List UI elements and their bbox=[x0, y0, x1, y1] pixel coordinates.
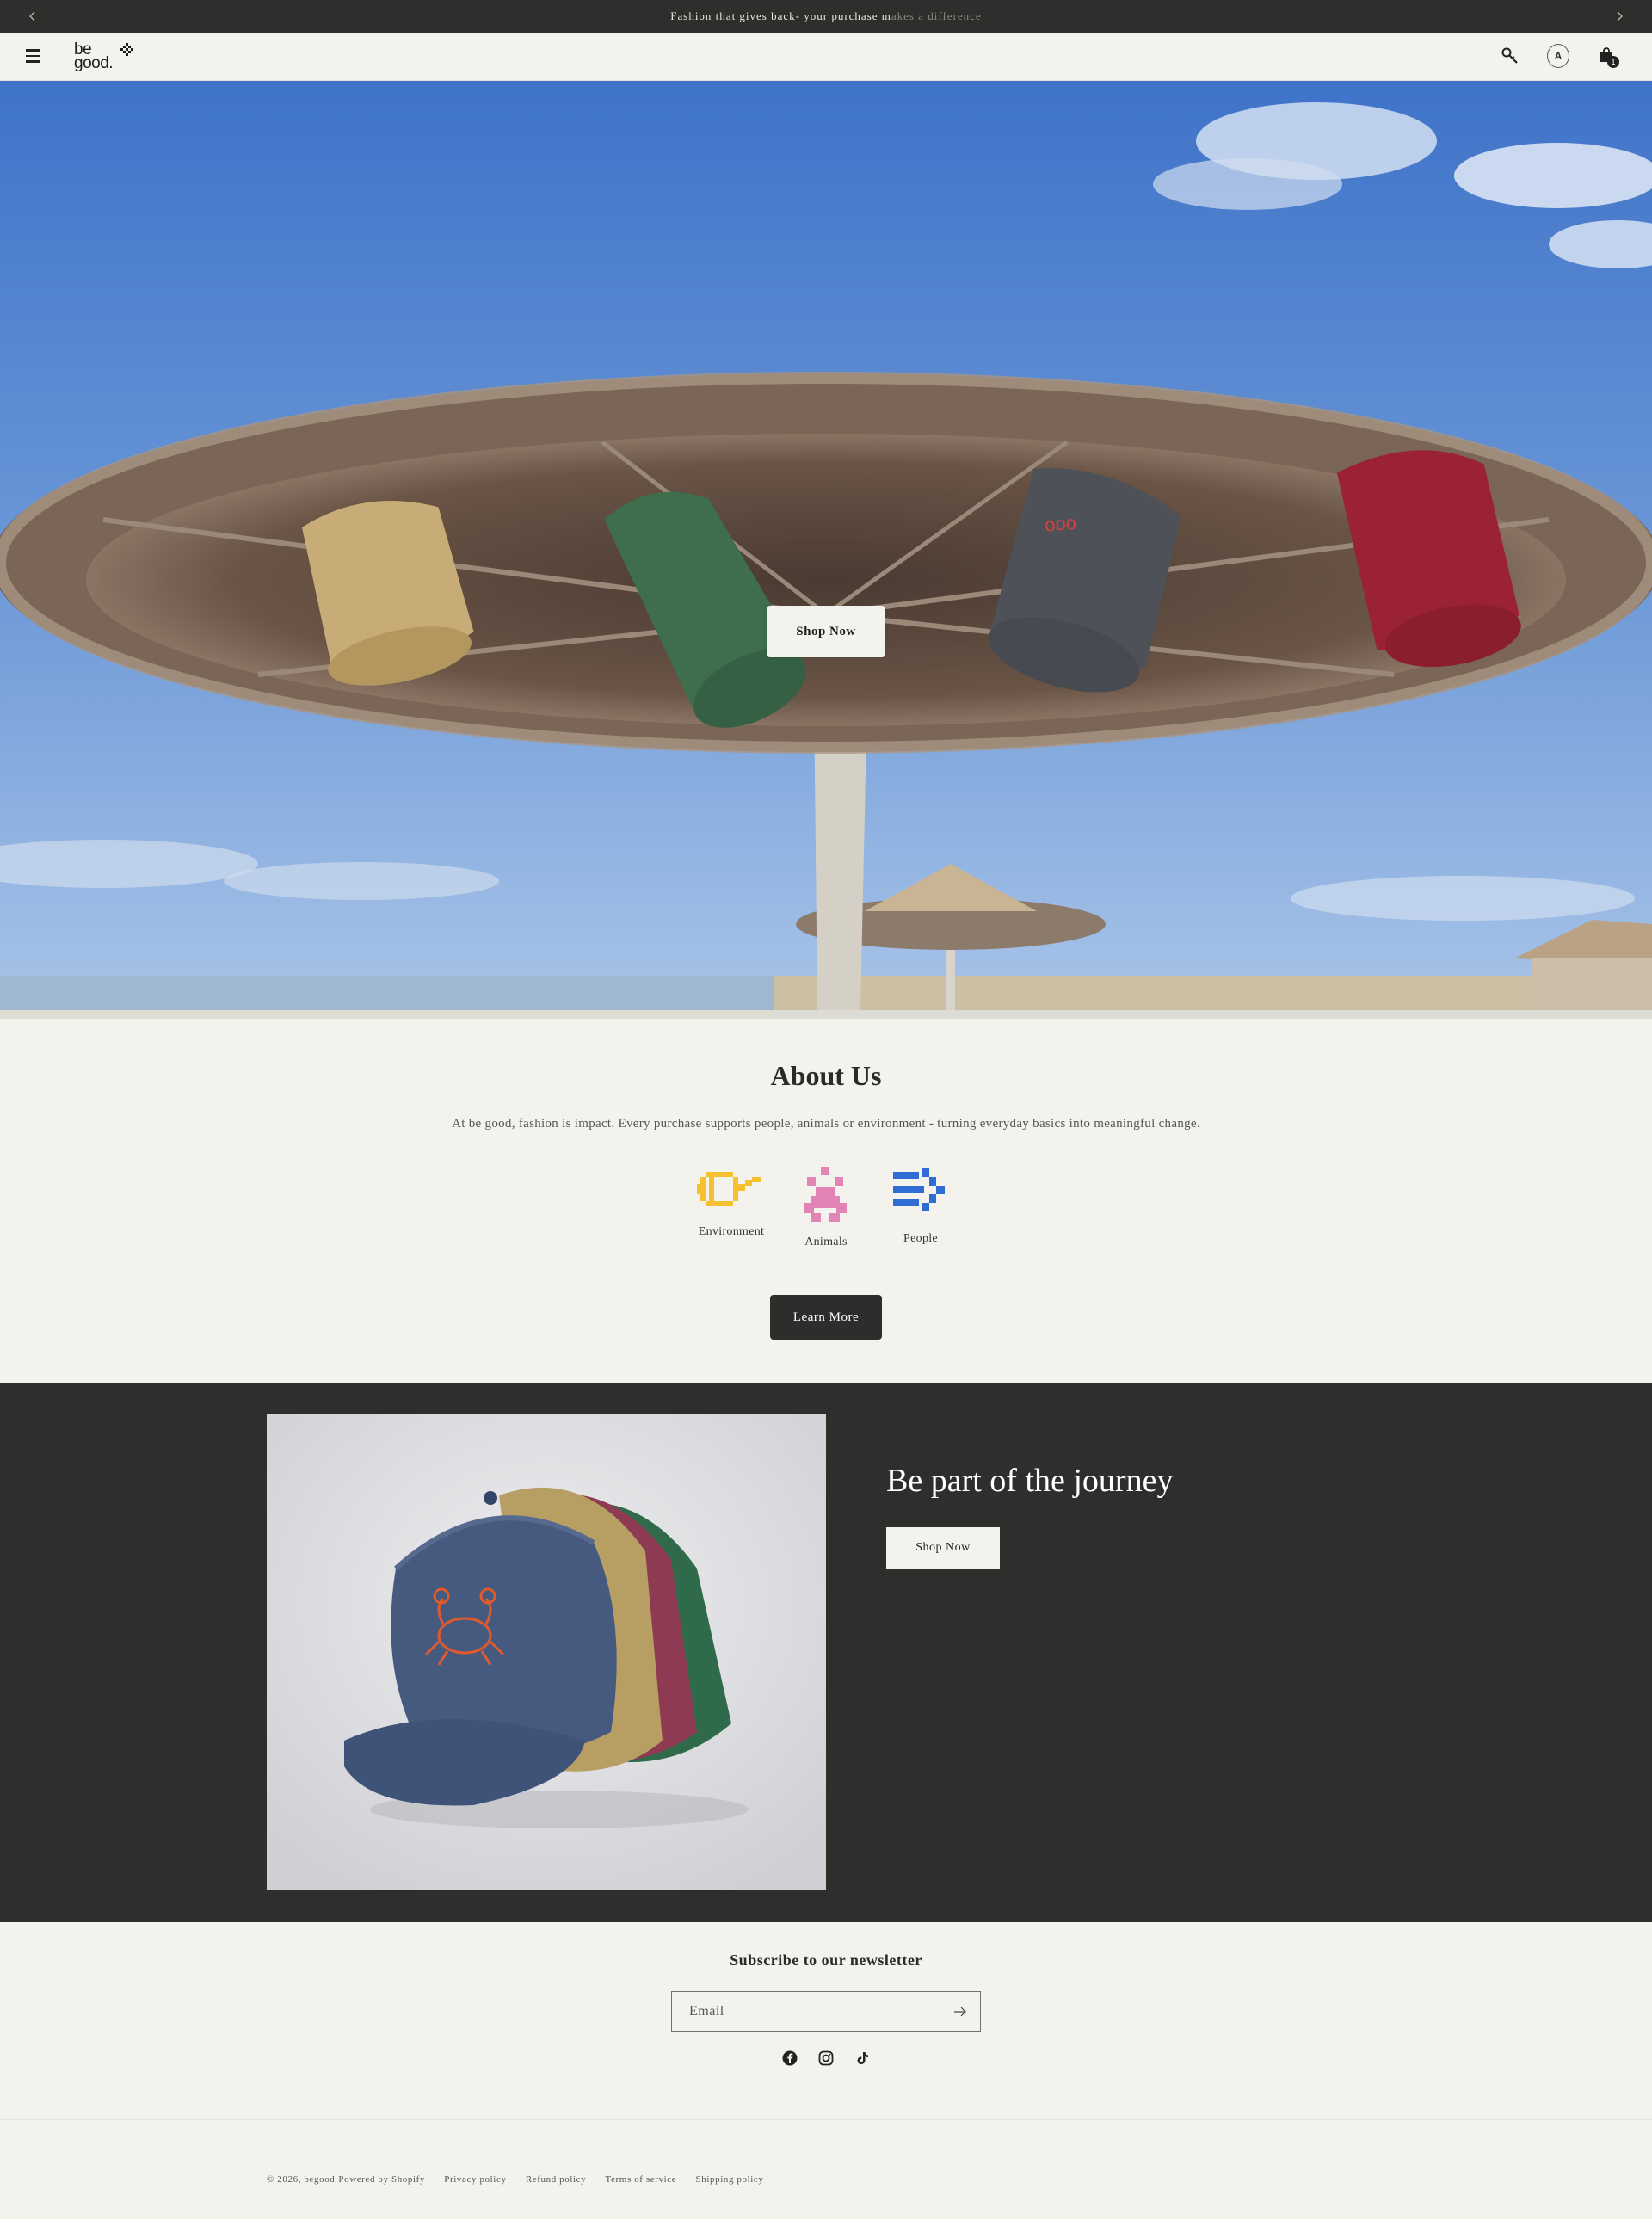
journey-title: Be part of the journey bbox=[886, 1463, 1174, 1499]
site-footer: © 2026, begood Powered by Shopify · Priv… bbox=[0, 2121, 1652, 2219]
announcement-text-main: Fashion that gives back- your purchase m bbox=[670, 9, 891, 22]
search-icon[interactable] bbox=[1499, 45, 1521, 67]
environment-icon bbox=[697, 1172, 761, 1206]
email-field[interactable] bbox=[672, 1992, 930, 2031]
hero-banner: ooo Shop Now bbox=[0, 81, 1652, 1010]
about-title: About Us bbox=[770, 1060, 882, 1091]
instagram-icon[interactable] bbox=[817, 2049, 835, 2067]
about-section: About Us At be good, fashion is impact. … bbox=[0, 1019, 1652, 1383]
announcement-text-fade: akes a difference bbox=[891, 9, 982, 22]
chevron-left-icon[interactable] bbox=[15, 0, 50, 33]
powered-by-link[interactable]: Powered by Shopify bbox=[338, 2174, 425, 2185]
cart-count: 1 bbox=[1607, 56, 1619, 68]
value-environment[interactable]: Environment bbox=[680, 1165, 783, 1239]
value-label: People bbox=[903, 1232, 938, 1245]
account-icon[interactable]: A bbox=[1547, 44, 1569, 68]
site-header: be good. A 1 bbox=[0, 33, 1652, 81]
menu-icon[interactable] bbox=[26, 46, 46, 66]
caps-image bbox=[267, 1414, 826, 1890]
logo[interactable]: be good. bbox=[74, 40, 138, 74]
chevron-right-icon[interactable] bbox=[1602, 0, 1637, 33]
journey-shop-now-button[interactable]: Shop Now bbox=[886, 1527, 1000, 1569]
privacy-policy-link[interactable]: Privacy policy bbox=[444, 2174, 506, 2185]
svg-text:ooo: ooo bbox=[1044, 512, 1077, 536]
hero-divider bbox=[0, 1010, 1652, 1019]
logo-line2: good. bbox=[74, 54, 114, 72]
arrow-right-icon[interactable] bbox=[951, 2002, 970, 2021]
account-initial: A bbox=[1547, 44, 1569, 68]
value-label: Animals bbox=[804, 1236, 848, 1248]
learn-more-button[interactable]: Learn More bbox=[770, 1295, 882, 1340]
logo-mark-icon bbox=[120, 43, 133, 56]
journey-section: Be part of the journey Shop Now bbox=[0, 1383, 1652, 1922]
animals-icon bbox=[804, 1167, 847, 1222]
people-icon bbox=[893, 1168, 945, 1211]
value-label: Environment bbox=[698, 1225, 765, 1238]
cart-icon[interactable]: 1 bbox=[1595, 45, 1619, 68]
newsletter-form bbox=[671, 1991, 981, 2032]
facebook-icon[interactable] bbox=[781, 2049, 798, 2067]
announcement-bar: Fashion that gives back- your purchase m… bbox=[0, 0, 1652, 33]
announcement-text[interactable]: Fashion that gives back- your purchase m… bbox=[670, 9, 981, 23]
value-people[interactable]: People bbox=[869, 1165, 972, 1246]
value-animals[interactable]: Animals bbox=[774, 1165, 878, 1249]
newsletter-title: Subscribe to our newsletter bbox=[730, 1951, 922, 1969]
tiktok-icon[interactable] bbox=[854, 2049, 871, 2067]
terms-of-service-link[interactable]: Terms of service bbox=[606, 2174, 677, 2185]
newsletter-section: Subscribe to our newsletter bbox=[0, 1922, 1652, 2120]
hero-image: ooo bbox=[0, 81, 1652, 1010]
values-list: Environment Animals People bbox=[680, 1165, 972, 1268]
about-text: At be good, fashion is impact. Every pur… bbox=[452, 1117, 1200, 1131]
hero-shop-now-button[interactable]: Shop Now bbox=[767, 606, 885, 657]
refund-policy-link[interactable]: Refund policy bbox=[526, 2174, 586, 2185]
shipping-policy-link[interactable]: Shipping policy bbox=[696, 2174, 764, 2185]
copyright[interactable]: © 2026, begood bbox=[267, 2174, 335, 2185]
social-links bbox=[0, 2049, 1652, 2067]
